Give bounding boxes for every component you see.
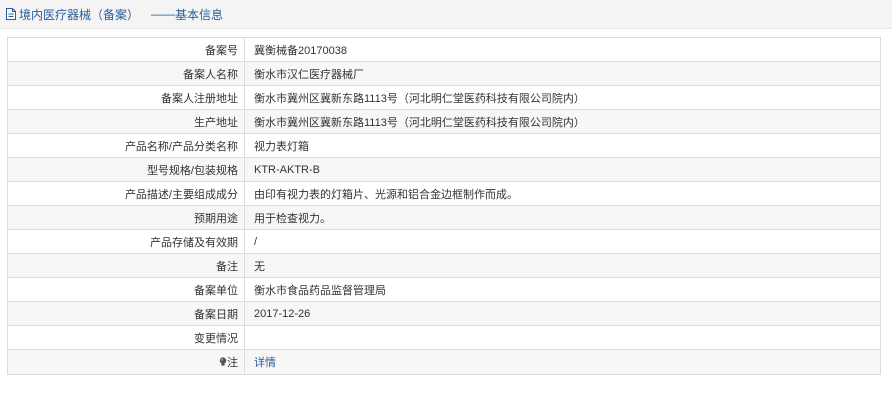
note-value-cell: 详情 <box>244 349 881 375</box>
row-value: 无 <box>244 253 881 278</box>
row-label: 备案单位 <box>7 277 245 302</box>
row-label: 备案日期 <box>7 301 245 326</box>
row-label: 型号规格/包装规格 <box>7 157 245 182</box>
row-label: 产品存储及有效期 <box>7 229 245 254</box>
row-value: 衡水市冀州区冀新东路1113号（河北明仁堂医药科技有限公司院内） <box>244 109 881 134</box>
row-label: 备案人名称 <box>7 61 245 86</box>
table-row: 备案单位 衡水市食品药品监督管理局 <box>7 277 881 302</box>
row-value: 由印有视力表的灯箱片、光源和铝合金边框制作而成。 <box>244 181 881 206</box>
page-title-text: 境内医疗器械（备案） <box>19 7 140 22</box>
table-row: 备案号 冀衡械备20170038 <box>7 37 881 62</box>
row-label: 备注 <box>7 253 245 278</box>
table-row: 型号规格/包装规格 KTR-AKTR-B <box>7 157 881 182</box>
table-row: 变更情况 <box>7 325 881 350</box>
detail-link[interactable]: 详情 <box>254 357 276 369</box>
table-row: 备案人注册地址 衡水市冀州区冀新东路1113号（河北明仁堂医药科技有限公司院内） <box>7 85 881 110</box>
page-subtitle: 基本信息 <box>175 7 224 22</box>
row-value: 视力表灯箱 <box>244 133 881 158</box>
row-label: 产品名称/产品分类名称 <box>7 133 245 158</box>
row-value <box>244 325 881 350</box>
row-value: 2017-12-26 <box>244 301 881 326</box>
row-value: 衡水市食品药品监督管理局 <box>244 277 881 302</box>
table-row: 生产地址 衡水市冀州区冀新东路1113号（河北明仁堂医药科技有限公司院内） <box>7 109 881 134</box>
table-row: 产品描述/主要组成成分 由印有视力表的灯箱片、光源和铝合金边框制作而成。 <box>7 181 881 206</box>
lightbulb-icon <box>219 357 227 367</box>
row-value: 衡水市汉仁医疗器械厂 <box>244 61 881 86</box>
row-value: 用于检查视力。 <box>244 205 881 230</box>
row-value: 冀衡械备20170038 <box>244 37 881 62</box>
table-row: 备注无 <box>7 253 881 278</box>
note-row: 注 详情 <box>7 349 881 375</box>
row-label: 变更情况 <box>7 325 245 350</box>
title-separator: —— <box>151 7 176 21</box>
document-icon <box>6 8 16 20</box>
note-label-cell: 注 <box>7 349 245 375</box>
row-label: 备案号 <box>7 37 245 62</box>
title-bar: 境内医疗器械（备案） —— 基本信息 <box>0 0 892 29</box>
info-table: 备案号 冀衡械备20170038 备案人名称 衡水市汉仁医疗器械厂 备案人注册地址 衡水市… <box>7 37 881 375</box>
row-label: 备案人注册地址 <box>7 85 245 110</box>
table-row: 产品名称/产品分类名称 视力表灯箱 <box>7 133 881 158</box>
table-row: 备案日期 2017-12-26 <box>7 301 881 326</box>
row-value: 衡水市冀州区冀新东路1113号（河北明仁堂医药科技有限公司院内） <box>244 85 881 110</box>
row-value: KTR-AKTR-B <box>244 157 881 182</box>
row-label: 预期用途 <box>7 205 245 230</box>
page: 境内医疗器械（备案） —— 基本信息 备案号 冀衡械备20170038 备案人名称衡… <box>0 0 892 408</box>
row-label: 产品描述/主要组成成分 <box>7 181 245 206</box>
row-label: 生产地址 <box>7 109 245 134</box>
page-title: 境内医疗器械（备案） —— 基本信息 <box>6 6 223 22</box>
note-label: 注 <box>227 357 238 369</box>
table-row: 产品存储及有效期 / <box>7 229 881 254</box>
row-value: / <box>244 229 881 254</box>
table-row: 备案人名称 衡水市汉仁医疗器械厂 <box>7 61 881 86</box>
table-row: 预期用途 用于检查视力。 <box>7 205 881 230</box>
info-table-body: 备案号 冀衡械备20170038 备案人名称 衡水市汉仁医疗器械厂 备案人注册地址 衡水市… <box>7 37 881 375</box>
